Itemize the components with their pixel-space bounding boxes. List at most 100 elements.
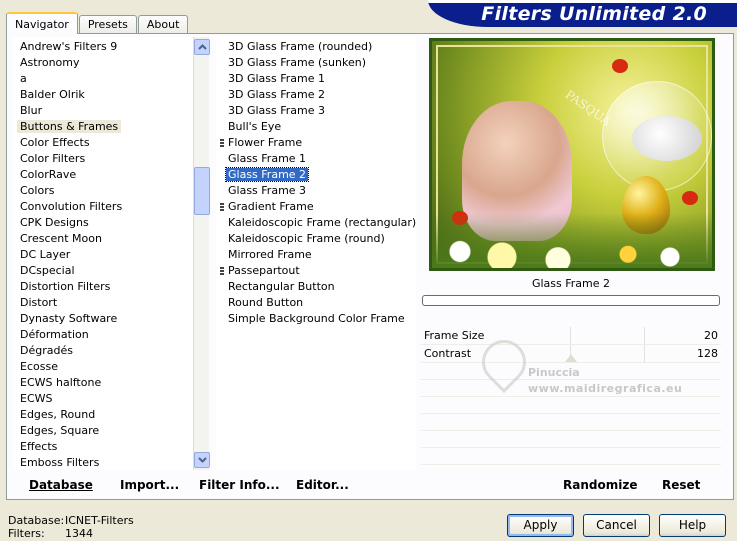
category-item[interactable]: Edges, Square <box>13 423 209 439</box>
filter-item[interactable]: Glass Frame 2 <box>216 167 416 183</box>
editor-button[interactable]: Editor... <box>296 478 349 492</box>
filter-item[interactable]: Kaleidoscopic Frame (round) <box>216 231 416 247</box>
filter-info-button[interactable]: Filter Info... <box>199 478 280 492</box>
filter-item[interactable]: Bull's Eye <box>216 119 416 135</box>
filter-label: Simple Background Color Frame <box>228 312 405 325</box>
category-label: Edges, Round <box>20 408 96 421</box>
help-button[interactable]: Help <box>659 514 726 537</box>
filter-item[interactable]: Glass Frame 1 <box>216 151 416 167</box>
filter-group-item[interactable]: Gradient Frame <box>216 199 416 215</box>
category-list[interactable]: Andrew's Filters 9 Astronomy a Balder Olrik… <box>13 37 209 470</box>
filter-label: Passepartout <box>228 264 300 277</box>
category-item[interactable]: Colors <box>13 183 209 199</box>
category-item[interactable]: Blur <box>13 103 209 119</box>
filter-item[interactable]: Rectangular Button <box>216 279 416 295</box>
filter-label: 3D Glass Frame 1 <box>228 72 326 85</box>
filter-list[interactable]: 3D Glass Frame (rounded) 3D Glass Frame (… <box>216 37 416 470</box>
filter-item[interactable]: 3D Glass Frame (rounded) <box>216 39 416 55</box>
category-item[interactable]: Effects <box>13 439 209 455</box>
category-item[interactable]: DCspecial <box>13 263 209 279</box>
preview-bunny <box>632 116 702 161</box>
tab-presets[interactable]: Presets <box>78 15 137 34</box>
param-value: 20 <box>704 329 718 342</box>
scroll-down-button[interactable] <box>194 452 210 468</box>
param-frame-size[interactable]: Frame Size 20 <box>421 327 721 345</box>
filter-group-item[interactable]: Passepartout <box>216 263 416 279</box>
filter-item[interactable]: Kaleidoscopic Frame (rectangular) <box>216 215 416 231</box>
randomize-button[interactable]: Randomize <box>563 478 637 492</box>
category-item[interactable]: Crescent Moon <box>13 231 209 247</box>
apply-button[interactable]: Apply <box>507 514 574 537</box>
category-item[interactable]: ECWS halftone <box>13 375 209 391</box>
category-item[interactable]: Déformation <box>13 327 209 343</box>
category-label: a <box>20 72 27 85</box>
category-label: Dégradés <box>20 344 73 357</box>
filter-group-item[interactable]: Flower Frame <box>216 135 416 151</box>
tab-navigator[interactable]: Navigator <box>6 12 78 34</box>
category-item[interactable]: Ecosse <box>13 359 209 375</box>
category-item[interactable]: DC Layer <box>13 247 209 263</box>
param-contrast[interactable]: Contrast 128 <box>421 345 721 363</box>
category-label: Andrew's Filters 9 <box>20 40 118 53</box>
category-item[interactable]: Emboss Filters <box>13 455 209 470</box>
filter-item[interactable]: 3D Glass Frame 2 <box>216 87 416 103</box>
scroll-thumb[interactable] <box>194 167 210 215</box>
banner-title: Filters Unlimited 2.0 <box>481 3 707 25</box>
filter-label: Glass Frame 1 <box>228 152 307 165</box>
filter-item[interactable]: 3D Glass Frame (sunken) <box>216 55 416 71</box>
category-item[interactable]: Convolution Filters <box>13 199 209 215</box>
filter-label: Flower Frame <box>228 136 303 149</box>
category-label: Distortion Filters <box>20 280 111 293</box>
category-item[interactable]: Distort <box>13 295 209 311</box>
filter-label: Gradient Frame <box>228 200 314 213</box>
category-item[interactable]: Dégradés <box>13 343 209 359</box>
scroll-up-button[interactable] <box>194 39 210 55</box>
database-button[interactable]: Database <box>29 478 93 492</box>
reset-button[interactable]: Reset <box>662 478 700 492</box>
category-scrollbar[interactable] <box>193 37 210 470</box>
category-item[interactable]: CPK Designs <box>13 215 209 231</box>
category-item[interactable]: Balder Olrik <box>13 87 209 103</box>
database-label: Database: <box>8 514 65 527</box>
category-label: ECWS <box>20 392 53 405</box>
category-item[interactable]: Color Effects <box>13 135 209 151</box>
filter-label: Round Button <box>228 296 304 309</box>
filter-label: Glass Frame 3 <box>228 184 307 197</box>
category-label: Convolution Filters <box>20 200 123 213</box>
category-item[interactable]: Dynasty Software <box>13 311 209 327</box>
category-label: Effects <box>20 440 58 453</box>
category-label: Astronomy <box>20 56 80 69</box>
category-label: Ecosse <box>20 360 58 373</box>
tab-strip: Navigator Presets About <box>6 12 189 34</box>
category-item[interactable]: Andrew's Filters 9 <box>13 39 209 55</box>
filter-label: 3D Glass Frame (sunken) <box>228 56 366 69</box>
import-button[interactable]: Import... <box>120 478 179 492</box>
category-item[interactable]: Edges, Round <box>13 407 209 423</box>
filter-label: Kaleidoscopic Frame (round) <box>228 232 385 245</box>
category-item[interactable]: Distortion Filters <box>13 279 209 295</box>
category-label: Buttons & Frames <box>17 120 122 133</box>
filter-item[interactable]: Mirrored Frame <box>216 247 416 263</box>
slider-thumb[interactable] <box>565 354 577 362</box>
filter-item[interactable]: Round Button <box>216 295 416 311</box>
filter-item[interactable]: 3D Glass Frame 3 <box>216 103 416 119</box>
category-item[interactable]: Color Filters <box>13 151 209 167</box>
category-item[interactable]: a <box>13 71 209 87</box>
category-label: Dynasty Software <box>20 312 118 325</box>
filter-item[interactable]: Simple Background Color Frame <box>216 311 416 327</box>
filter-item[interactable]: Glass Frame 3 <box>216 183 416 199</box>
filter-label: Glass Frame 2 <box>224 167 310 182</box>
param-label: Frame Size <box>424 329 485 342</box>
category-label: Blur <box>20 104 43 117</box>
category-item[interactable]: Astronomy <box>13 55 209 71</box>
category-label: DC Layer <box>20 248 71 261</box>
filter-label: 3D Glass Frame (rounded) <box>228 40 373 53</box>
category-item[interactable]: ECWS <box>13 391 209 407</box>
chevron-down-icon <box>197 457 207 463</box>
category-item[interactable]: ColorRave <box>13 167 209 183</box>
cancel-button[interactable]: Cancel <box>583 514 650 537</box>
filter-item[interactable]: 3D Glass Frame 1 <box>216 71 416 87</box>
tab-about[interactable]: About <box>137 15 189 34</box>
category-label: Distort <box>20 296 58 309</box>
category-item[interactable]: Buttons & Frames <box>13 119 209 135</box>
